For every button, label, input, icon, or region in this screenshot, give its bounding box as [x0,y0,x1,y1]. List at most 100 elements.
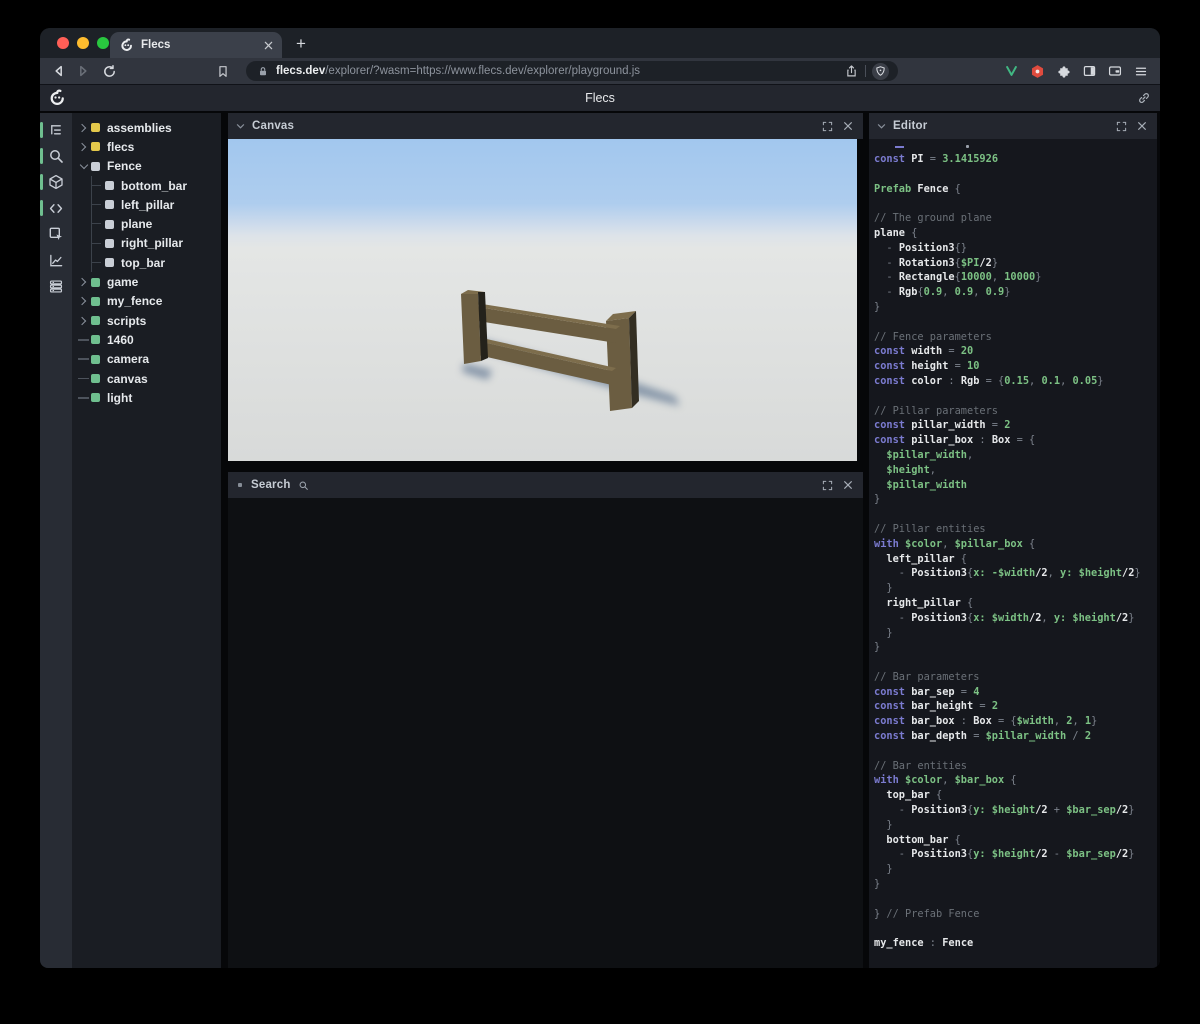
flecs-favicon [119,38,134,53]
tree-item-right_pillar[interactable]: right_pillar [92,234,221,253]
page-title: Flecs [40,91,1160,105]
search-results-area[interactable] [228,498,863,968]
entity-square-icon [105,239,114,248]
tree-item-top_bar[interactable]: top_bar [92,253,221,272]
window-close-button[interactable] [57,37,69,49]
search-panel-header: Search [228,472,863,498]
tab-title: Flecs [141,39,257,51]
bookmark-icon[interactable] [214,62,232,80]
tree-item-label: left_pillar [121,198,174,212]
tree-item-plane[interactable]: plane [92,214,221,233]
reload-button[interactable] [100,62,118,80]
editor-panel-title: Editor [893,120,927,132]
new-tab-button[interactable]: + [290,33,312,55]
search-panel-title: Search [251,479,291,491]
code-line: } [874,862,1157,877]
rail-scene-cube-icon[interactable] [45,174,67,190]
window-controls [57,37,109,49]
panel-bullet-icon[interactable] [238,483,242,487]
tree-item-label: light [107,391,132,405]
code-line: bottom_bar { [874,833,1157,848]
flecs-logo [48,89,66,107]
code-lines[interactable]: const PI = 3.1415926Prefab Fence {// The… [874,152,1157,951]
extensions-puzzle-icon[interactable] [1052,62,1074,80]
fence-left-pillar [461,290,488,364]
vue-devtools-icon[interactable] [1000,62,1022,80]
tree-item-light[interactable]: light [76,388,221,407]
window-minimize-button[interactable] [77,37,89,49]
rail-outliner-icon[interactable] [45,122,67,138]
chevron-down-icon[interactable] [76,159,91,173]
rail-data-icon[interactable] [45,278,67,294]
code-line [874,389,1157,404]
tree-item-left_pillar[interactable]: left_pillar [92,195,221,214]
chevron-down-icon[interactable] [877,123,886,130]
browser-tab-strip: Flecs + [40,28,1160,58]
entity-square-icon [91,374,100,383]
chevron-right-icon[interactable] [76,140,91,154]
entity-square-icon [91,142,100,151]
share-icon[interactable] [844,64,859,79]
code-line: } [874,300,1157,315]
sidebar-toggle-icon[interactable] [1078,62,1100,80]
tree-item-Fence[interactable]: Fence [76,157,221,176]
rail-search-icon[interactable] [45,148,67,164]
extension-badge-icon[interactable] [1026,62,1048,80]
chevron-right-icon[interactable] [76,294,91,308]
rail-code-icon[interactable] [45,200,67,216]
close-panel-icon[interactable] [841,120,855,133]
wallet-icon[interactable] [1104,62,1126,80]
lock-icon [255,64,270,79]
panel-gap [228,461,863,472]
code-line: // Fence parameters [874,330,1157,345]
tree-item-flecs[interactable]: flecs [76,137,221,156]
chevron-right-icon[interactable] [76,314,91,328]
code-line: top_bar { [874,788,1157,803]
app-header: Flecs [40,84,1160,111]
canvas-3d-viewport[interactable] [228,139,857,461]
tree-item-game[interactable]: game [76,272,221,291]
close-panel-icon[interactable] [841,479,855,492]
url-bar[interactable]: flecs.dev/explorer/?wasm=https://www.fle… [246,61,898,81]
url-text: flecs.dev/explorer/?wasm=https://www.fle… [276,65,838,77]
clipped-code-line [874,142,1157,149]
entity-square-icon [91,355,100,364]
chevron-right-icon[interactable] [76,275,91,289]
code-line: const bar_box : Box = {$width, 2, 1} [874,714,1157,729]
code-line: // Pillar parameters [874,404,1157,419]
rail-inspect-icon[interactable] [45,226,67,242]
fullscreen-icon[interactable] [820,479,834,492]
brave-shield-icon[interactable] [872,63,889,80]
browser-toolbar: flecs.dev/explorer/?wasm=https://www.fle… [40,58,1160,84]
tab-close-icon[interactable] [264,41,273,50]
close-panel-icon[interactable] [1135,120,1149,133]
code-editor[interactable]: const PI = 3.1415926Prefab Fence {// The… [869,139,1157,968]
entity-square-icon [105,200,114,209]
tree-item-1460[interactable]: 1460 [76,330,221,349]
code-line: right_pillar { [874,596,1157,611]
back-button[interactable] [50,62,68,80]
tree-item-my_fence[interactable]: my_fence [76,292,221,311]
tree-item-label: game [107,275,138,289]
fullscreen-icon[interactable] [820,120,834,133]
browser-menu-icon[interactable] [1130,62,1152,80]
code-line: const bar_height = 2 [874,699,1157,714]
forward-button[interactable] [74,62,92,80]
tree-item-camera[interactable]: camera [76,350,221,369]
code-line: // Pillar entities [874,522,1157,537]
tree-item-assemblies[interactable]: assemblies [76,118,221,137]
share-link-icon[interactable] [1137,91,1151,105]
chevron-down-icon[interactable] [236,123,245,130]
code-line: // The ground plane [874,211,1157,226]
rail-stats-icon[interactable] [45,252,67,268]
window-zoom-button[interactable] [97,37,109,49]
fullscreen-icon[interactable] [1114,120,1128,133]
tree-item-label: camera [107,352,149,366]
code-line: // Bar entities [874,759,1157,774]
tree-item-bottom_bar[interactable]: bottom_bar [92,176,221,195]
tree-item-scripts[interactable]: scripts [76,311,221,330]
browser-tab[interactable]: Flecs [110,32,282,58]
tree-item-canvas[interactable]: canvas [76,369,221,388]
chevron-right-icon[interactable] [76,121,91,135]
entity-tree: assembliesflecsFencebottom_bar left_pilla… [76,118,221,407]
